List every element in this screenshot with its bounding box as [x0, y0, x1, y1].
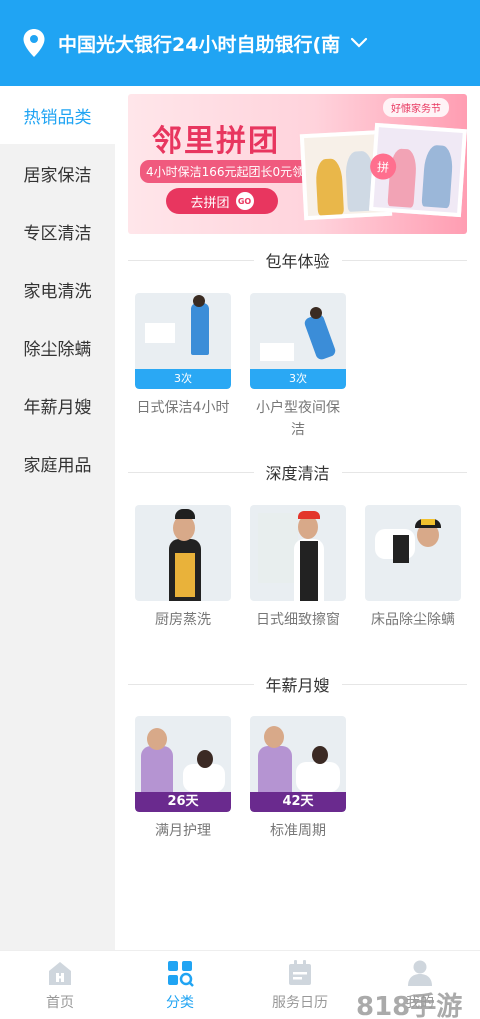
service-image: 3次 [250, 293, 346, 389]
service-image: 42天 [250, 716, 346, 812]
tab-label: 首页 [46, 995, 74, 1011]
service-name: 满月护理 [155, 823, 211, 839]
sidebar-item-label: 除尘除螨 [23, 339, 92, 360]
service-card[interactable]: 床品除尘除螨 [365, 505, 461, 631]
service-name: 厨房蒸洗 [155, 612, 211, 628]
service-name: 日式细致擦窗 [256, 612, 340, 628]
tab-category[interactable]: 分类 [120, 951, 240, 1019]
section-title-deep-cleaning: 深度清洁 [128, 460, 467, 484]
service-name: 标准周期 [270, 823, 326, 839]
duration-badge: 26天 [135, 792, 231, 812]
chevron-down-icon[interactable] [350, 37, 368, 49]
section-title-nanny: 年薪月嫂 [128, 672, 467, 696]
tab-home[interactable]: 首页 [0, 951, 120, 1019]
service-card[interactable]: 日式细致擦窗 [250, 505, 346, 631]
sidebar-item-household-goods[interactable]: 家庭用品 [0, 434, 115, 492]
service-card[interactable]: 3次 小户型夜间保洁 [250, 293, 346, 441]
service-name: 床品除尘除螨 [371, 612, 455, 628]
sidebar-item-nanny[interactable]: 年薪月嫂 [0, 376, 115, 434]
category-grid-icon [168, 961, 194, 987]
category-sidebar: 热销品类 居家保洁 专区清洁 家电清洗 除尘除螨 年薪月嫂 家庭用品 [0, 86, 115, 950]
sidebar-item-home-cleaning[interactable]: 居家保洁 [0, 144, 115, 202]
section-title-annual: 包年体验 [128, 248, 467, 272]
category-content: 好慷家务节 邻里拼团 4小时保洁166元起团长0元领 去拼团 GO 拼 包年体验… [115, 86, 480, 950]
service-name: 日式保洁4小时 [136, 400, 230, 416]
service-card[interactable]: 3次 日式保洁4小时 [135, 293, 231, 419]
sidebar-item-label: 家庭用品 [23, 455, 92, 476]
count-badge: 3次 [135, 369, 231, 389]
tab-label: 服务日历 [272, 995, 328, 1011]
banner-join-button[interactable]: 去拼团 GO [166, 188, 278, 214]
section-title-label: 包年体验 [265, 252, 330, 271]
home-icon [49, 962, 71, 985]
sidebar-item-label: 居家保洁 [23, 165, 92, 186]
service-image: 26天 [135, 716, 231, 812]
sidebar-item-label: 家电清洗 [23, 281, 92, 302]
section-title-label: 深度清洁 [265, 464, 330, 483]
location-pin-icon[interactable] [22, 28, 46, 58]
service-image [250, 505, 346, 601]
duration-badge: 42天 [250, 792, 346, 812]
sidebar-item-appliance-cleaning[interactable]: 家电清洗 [0, 260, 115, 318]
site-watermark: 818手游网 [356, 992, 463, 1019]
section-title-label: 年薪月嫂 [265, 676, 330, 695]
sidebar-item-label: 热销品类 [23, 107, 92, 128]
user-icon [408, 960, 432, 986]
sidebar-item-label: 年薪月嫂 [23, 397, 92, 418]
service-image [365, 505, 461, 601]
location-title[interactable]: 中国光大银行24小时自助银行(南 [58, 30, 340, 57]
service-image [135, 505, 231, 601]
service-image: 3次 [135, 293, 231, 389]
group-buy-banner[interactable]: 好慷家务节 邻里拼团 4小时保洁166元起团长0元领 去拼团 GO 拼 [128, 94, 467, 234]
service-name: 小户型夜间保洁 [256, 400, 340, 438]
go-badge: GO [235, 192, 254, 210]
sidebar-item-dust-mite[interactable]: 除尘除螨 [0, 318, 115, 376]
banner-title: 邻里拼团 [152, 124, 280, 159]
banner-subtitle: 4小时保洁166元起团长0元领 [140, 160, 311, 183]
tab-label: 分类 [166, 995, 194, 1011]
service-card[interactable]: 42天 标准周期 [250, 716, 346, 842]
tab-service-calendar[interactable]: 服务日历 [240, 951, 360, 1019]
banner-photo-neighbors: 拼 [369, 122, 467, 218]
sidebar-item-label: 专区清洁 [23, 223, 92, 244]
banner-button-label: 去拼团 [190, 195, 230, 211]
sidebar-item-hot[interactable]: 热销品类 [0, 86, 115, 144]
service-card[interactable]: 26天 满月护理 [135, 716, 231, 842]
calendar-icon [289, 960, 311, 985]
service-card[interactable]: 厨房蒸洗 [135, 505, 231, 631]
header-bar: 中国光大银行24小时自助银行(南 [0, 0, 480, 86]
count-badge: 3次 [250, 369, 346, 389]
sidebar-item-area-cleaning[interactable]: 专区清洁 [0, 202, 115, 260]
banner-brand: 好慷家务节 [383, 98, 449, 117]
